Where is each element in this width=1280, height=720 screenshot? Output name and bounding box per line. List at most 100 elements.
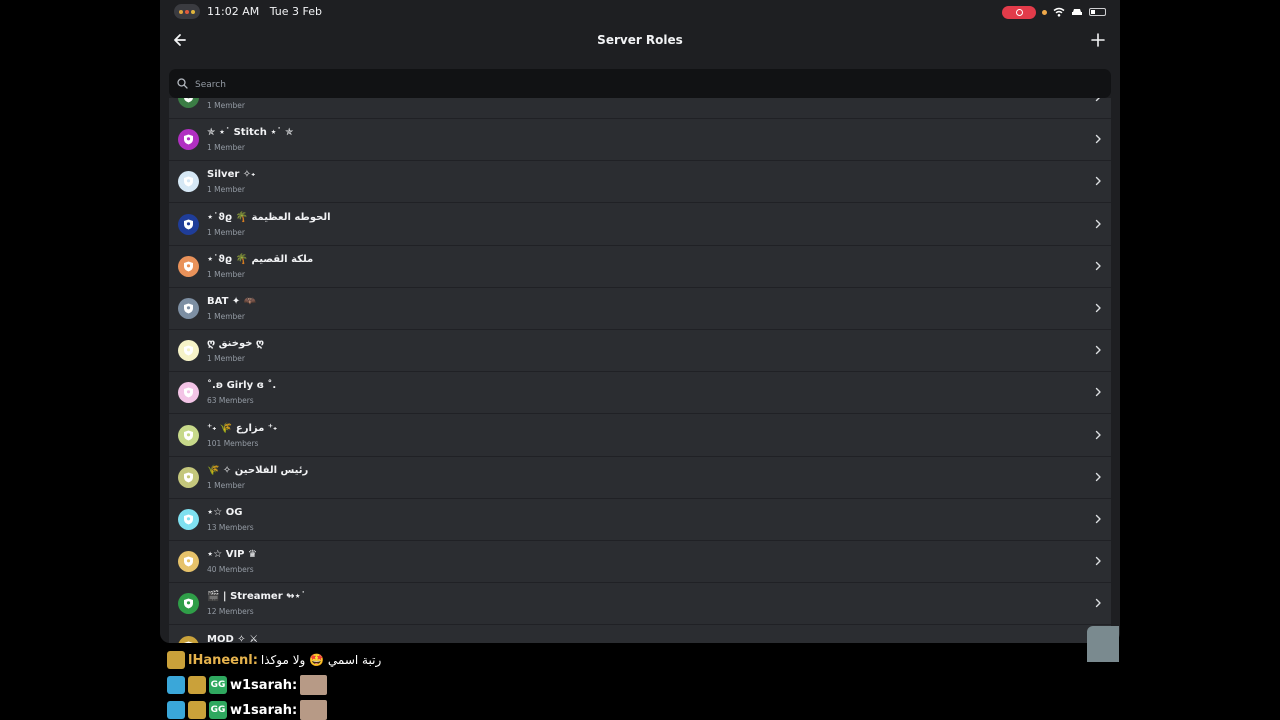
status-bar: 11:02 AM Tue 3 Feb	[160, 0, 1120, 24]
search-bar[interactable]	[169, 69, 1111, 98]
role-row[interactable]: ⁺˖ 🌾 مزارع ⁺˖ 101 Members	[169, 415, 1111, 457]
role-shield-icon	[178, 129, 199, 151]
stream-chat-overlay: lHaneenl: رتبة اسمي 🤩 ولا موكذا GG w1sar…	[167, 650, 867, 720]
discord-app-window: 11:02 AM Tue 3 Feb Server Roles Search 1…	[160, 0, 1120, 643]
role-name: ✯ ⋆˙ Stitch ⋆˙ ✯	[207, 127, 294, 139]
role-member-count: 1 Member	[207, 312, 246, 321]
role-shield-icon	[178, 424, 199, 446]
chevron-right-icon	[1095, 303, 1101, 313]
chat-username: w1sarah:	[230, 677, 298, 693]
chevron-right-icon	[1095, 430, 1101, 439]
video-thumbnail	[1087, 626, 1119, 662]
roles-list[interactable]: 1 Member ✯ ⋆˙ Stitch ⋆˙ ✯ 1 Member Silver ✧…	[169, 98, 1111, 643]
chat-message: GG w1sarah:	[167, 700, 328, 720]
role-row[interactable]: ღ خوخنق ღ 1 Member	[169, 330, 1111, 373]
role-row[interactable]: ˚.ʚ Girly ɞ ˚. 63 Members	[169, 372, 1111, 415]
status-dot-1	[179, 9, 183, 14]
status-time-date: 11:02 AM Tue 3 Feb	[207, 5, 322, 18]
role-row[interactable]: ⋆☆ OG 13 Members	[169, 499, 1111, 541]
wifi-icon	[1053, 7, 1065, 17]
status-time: 11:02 AM	[207, 5, 260, 18]
role-row[interactable]: BAT ✦ 🦇 1 Member	[169, 288, 1111, 330]
role-row[interactable]: 🎬 | Streamer ↬⋆˙ 12 Members	[169, 583, 1111, 626]
role-shield-icon	[178, 213, 199, 235]
role-member-count: 63 Members	[207, 396, 254, 406]
crown-badge-icon	[167, 651, 185, 669]
status-date: Tue 3 Feb	[269, 5, 322, 18]
top-bar: Server Roles	[160, 24, 1120, 56]
role-member-count: 13 Members	[207, 523, 254, 532]
role-name: ⋆˙ϑϱ 🌴 الحوطه العظيمة	[207, 211, 331, 223]
role-member-count: 1 Member	[207, 143, 246, 153]
role-name: ⁺˖ 🌾 مزارع ⁺˖	[207, 422, 278, 434]
chevron-right-icon	[1095, 514, 1101, 524]
role-name: BAT ✦ 🦇	[207, 296, 257, 307]
crown-badge-icon	[188, 701, 206, 719]
role-member-count: 1 Member	[207, 354, 246, 364]
chat-username: w1sarah:	[230, 702, 298, 718]
search-input[interactable]	[193, 73, 897, 96]
search-icon	[177, 78, 188, 89]
role-row[interactable]: MOD ✧ ⚔	[169, 626, 1111, 643]
chat-username: lHaneenl:	[188, 652, 258, 668]
mic-indicator-icon	[1042, 9, 1047, 15]
moderator-badge-icon	[167, 701, 185, 719]
status-dot-2	[185, 9, 189, 14]
role-row[interactable]: ✯ ⋆˙ Stitch ⋆˙ ✯ 1 Member	[169, 119, 1111, 162]
role-row[interactable]: Silver ✧˖ 1 Member	[169, 161, 1111, 204]
role-shield-icon	[178, 635, 199, 643]
role-member-count: 1 Member	[207, 101, 246, 110]
role-name: ˚.ʚ Girly ɞ ˚.	[207, 380, 277, 392]
role-name: MOD ✧ ⚔	[207, 633, 259, 643]
role-shield-icon	[178, 340, 199, 362]
role-shield-icon	[178, 466, 199, 488]
plus-icon	[1091, 33, 1105, 47]
add-role-button[interactable]	[1088, 30, 1108, 50]
status-indicators	[1002, 5, 1106, 19]
chevron-right-icon	[1095, 261, 1101, 270]
role-member-count: 40 Members	[207, 565, 254, 575]
role-name: ⋆☆ VIP ♛	[207, 549, 257, 561]
role-shield-icon	[178, 298, 199, 319]
role-row[interactable]: 1 Member	[169, 98, 1111, 119]
chat-text: رتبة اسمي 🤩 ولا موكذا	[260, 653, 382, 667]
role-name: 🌾 ✧ رئيس الفلاحين	[207, 464, 309, 476]
screen-record-icon[interactable]	[1002, 5, 1036, 19]
page-title: Server Roles	[597, 33, 683, 47]
role-shield-icon	[178, 509, 199, 530]
role-member-count: 1 Member	[207, 480, 246, 490]
emote-image	[300, 700, 328, 720]
role-shield-icon	[178, 255, 199, 277]
chevron-right-icon	[1095, 388, 1101, 397]
role-shield-icon	[178, 98, 199, 108]
role-row[interactable]: ⋆˙ϑϱ 🌴 ملكة القصيم 1 Member	[169, 246, 1111, 288]
role-shield-icon	[178, 171, 199, 193]
role-shield-icon	[178, 551, 199, 573]
status-dot-3	[191, 9, 195, 14]
role-name: ⋆˙ϑϱ 🌴 ملكة القصيم	[207, 253, 314, 265]
role-name: ღ خوخنق ღ	[207, 338, 265, 350]
role-member-count: 1 Member	[207, 269, 246, 279]
role-row[interactable]: ⋆☆ VIP ♛ 40 Members	[169, 541, 1111, 584]
role-name: Silver ✧˖	[207, 169, 256, 181]
role-shield-icon	[178, 593, 199, 615]
battery-icon	[1089, 8, 1106, 16]
chevron-right-icon	[1095, 98, 1100, 102]
gg-badge-icon: GG	[209, 701, 227, 719]
gg-badge-icon: GG	[209, 676, 227, 694]
role-name: 🎬 | Streamer ↬⋆˙	[207, 591, 306, 603]
chevron-right-icon	[1095, 472, 1101, 481]
chevron-right-icon	[1095, 177, 1101, 186]
moderator-badge-icon	[167, 676, 185, 694]
crown-badge-icon	[188, 676, 206, 694]
role-name: ⋆☆ OG	[207, 507, 243, 518]
role-member-count: 1 Member	[207, 185, 246, 195]
chevron-right-icon	[1095, 599, 1101, 608]
status-dots-pill	[174, 4, 200, 19]
role-row[interactable]: 🌾 ✧ رئيس الفلاحين 1 Member	[169, 457, 1111, 499]
role-shield-icon	[178, 382, 199, 404]
role-row[interactable]: ⋆˙ϑϱ 🌴 الحوطه العظيمة 1 Member	[169, 204, 1111, 246]
chevron-right-icon	[1095, 134, 1101, 144]
chevron-right-icon	[1095, 556, 1101, 566]
emote-image	[300, 675, 328, 695]
